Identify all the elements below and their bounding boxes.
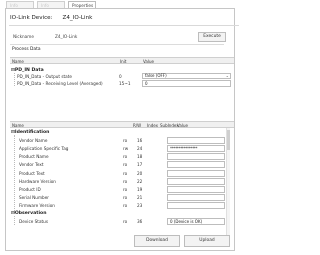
nickname-underline <box>10 44 224 45</box>
param-name: Product ID <box>19 187 41 192</box>
upload-button[interactable]: Upload <box>184 235 230 247</box>
param-name: Product Name <box>19 154 49 159</box>
pd-row-name: PD_IN_Data - Receiving Level (Averaged) <box>17 81 103 86</box>
product-id-field[interactable] <box>167 186 225 193</box>
param-rw: ro <box>123 179 128 184</box>
param-name: Product Text <box>19 171 45 176</box>
execute-button[interactable]: Execute <box>198 32 226 42</box>
divider <box>9 25 239 26</box>
pd-row-init: 15~1 <box>119 81 131 86</box>
identification-group[interactable]: ⊟Identification <box>11 130 49 135</box>
param-name: Vendor Text <box>19 162 44 167</box>
param-name: Device Status <box>19 219 48 224</box>
scrollbar-thumb[interactable] <box>227 130 230 150</box>
product-text-field[interactable] <box>167 170 225 177</box>
nickname-input[interactable]: Z4_IO-Link <box>55 34 77 39</box>
param-rw: ro <box>123 162 128 167</box>
pd-in-group[interactable]: ⊟PD_IN Data <box>11 68 44 73</box>
serial-number-field[interactable] <box>167 194 225 201</box>
col-rw: R/W <box>133 123 142 128</box>
device-status-field: 0 (Device is OK) <box>167 218 225 225</box>
param-index: 19 <box>137 187 143 192</box>
param-name: Vendor Name <box>19 138 48 143</box>
download-button[interactable]: Download <box>134 235 180 247</box>
pd-row-name: PD_IN_Data - Output state <box>17 74 72 79</box>
col-index: Index <box>147 123 159 128</box>
nickname-label: Nickname <box>13 34 34 39</box>
param-index: 21 <box>137 195 143 200</box>
param-name: Hardware Version <box>19 179 56 184</box>
col-subindex: SubIndex <box>160 123 179 128</box>
param-index: 23 <box>137 203 143 208</box>
param-rw: ro <box>123 195 128 200</box>
process-data-header: Name Init Value <box>10 57 234 64</box>
col-init: Init <box>120 59 127 64</box>
vendor-text-field[interactable] <box>167 161 225 168</box>
observation-group[interactable]: ⊟Observation <box>11 211 46 216</box>
pd-row-init: 0 <box>119 74 122 79</box>
col-value: Value <box>177 123 188 128</box>
tree-line <box>14 135 15 213</box>
page-title: IO-Link Device: Z4_IO-Link <box>10 15 93 21</box>
application-tag-field[interactable]: **************** <box>167 145 225 152</box>
param-rw: ro <box>123 219 128 224</box>
param-name: Serial Number <box>19 195 50 200</box>
param-rw: ro <box>123 138 128 143</box>
chevron-down-icon: ⌄ <box>225 73 229 78</box>
param-index: 22 <box>137 179 143 184</box>
output-state-select[interactable]: false (OFF) ⌄ <box>142 73 231 79</box>
param-rw: rw <box>123 146 129 151</box>
vendor-name-field[interactable] <box>167 137 225 144</box>
param-index: 18 <box>137 154 143 159</box>
col-name: Name <box>12 59 24 64</box>
param-name: Application Specific Tag <box>19 146 69 151</box>
process-data-title: Process Data <box>12 47 41 52</box>
param-index: 17 <box>137 162 143 167</box>
param-rw: ro <box>123 171 128 176</box>
device-name: Z4_IO-Link <box>62 15 93 21</box>
param-name: Firmware Version <box>19 203 55 208</box>
param-rw: ro <box>123 187 128 192</box>
firmware-version-field[interactable] <box>167 202 225 209</box>
col-name: Name <box>12 123 24 128</box>
parameter-header: Name R/W Index SubIndex Value <box>10 121 234 128</box>
tree-line <box>14 73 15 86</box>
hardware-version-field[interactable] <box>167 178 225 185</box>
tree-line <box>14 216 15 225</box>
param-index: 16 <box>137 138 143 143</box>
param-rw: ro <box>123 154 128 159</box>
param-index: 24 <box>137 146 143 151</box>
col-value: Value <box>143 59 154 64</box>
param-index: 36 <box>137 219 143 224</box>
param-index: 20 <box>137 171 143 176</box>
param-rw: ro <box>123 203 128 208</box>
receiving-level-field: 0 <box>142 80 231 87</box>
product-name-field[interactable] <box>167 153 225 160</box>
